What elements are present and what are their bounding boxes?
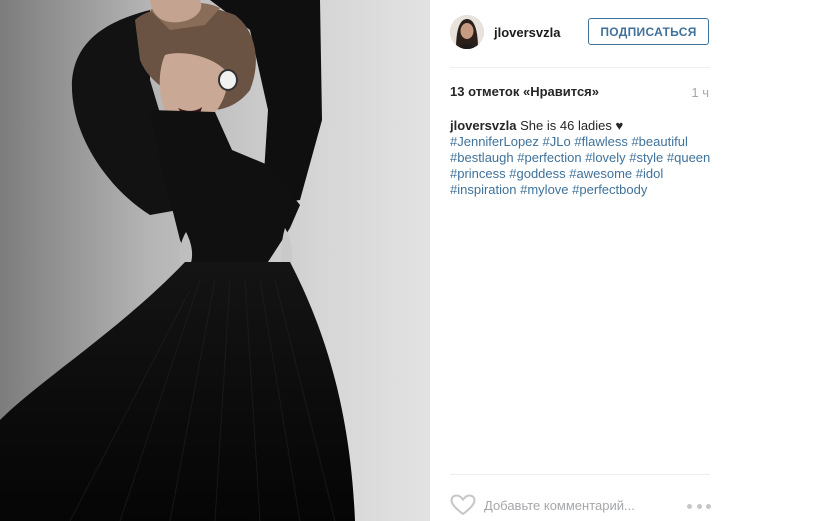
hashtag-link[interactable]: #perfectbody [572, 182, 647, 197]
hashtag-list: #JenniferLopez #JLo #flawless #beautiful… [450, 134, 710, 197]
hashtag-link[interactable]: #mylove [520, 182, 568, 197]
post-photo[interactable] [0, 0, 430, 521]
header-divider [450, 67, 710, 68]
hashtag-link[interactable]: #JenniferLopez [450, 134, 539, 149]
hashtag-link[interactable]: #inspiration [450, 182, 517, 197]
hashtag-link[interactable]: #awesome [569, 166, 632, 181]
hashtag-link[interactable]: #queen [667, 150, 710, 165]
more-dot-icon [687, 503, 692, 509]
comment-row [450, 493, 710, 517]
avatar[interactable] [450, 15, 484, 49]
hashtag-link[interactable]: #idol [636, 166, 663, 181]
hashtag-link[interactable]: #bestlaugh [450, 150, 514, 165]
more-options-icon[interactable] [687, 500, 711, 512]
black-heart-emoji: ♥ [615, 118, 624, 133]
hashtag-link[interactable]: #lovely [585, 150, 625, 165]
more-dot-icon [706, 503, 711, 509]
username-link[interactable]: jloversvzla [494, 25, 561, 40]
hashtag-link[interactable]: #style [629, 150, 663, 165]
hashtag-link[interactable]: #flawless [574, 134, 627, 149]
hashtag-link[interactable]: #princess [450, 166, 506, 181]
comment-divider [450, 474, 710, 475]
woman-in-black-dress-photo [0, 0, 430, 521]
hashtag-link[interactable]: #beautiful [631, 134, 687, 149]
likes-count[interactable]: 13 отметок «Нравится» [450, 84, 599, 99]
hashtag-link[interactable]: #JLo [543, 134, 571, 149]
hashtag-link[interactable]: #goddess [509, 166, 565, 181]
avatar-image [450, 15, 484, 49]
comment-input[interactable] [484, 497, 684, 513]
instagram-post: jloversvzla ПОДПИСАТЬСЯ 13 отметок «Нрав… [0, 0, 819, 521]
post-timestamp[interactable]: 1 ч [691, 85, 709, 100]
heart-outline-icon[interactable] [450, 494, 476, 516]
caption-text: She is 46 ladies [520, 118, 612, 133]
caption-author[interactable]: jloversvzla [450, 118, 517, 133]
caption: jloversvzla She is 46 ladies ♥ #Jennifer… [450, 118, 715, 198]
follow-button[interactable]: ПОДПИСАТЬСЯ [588, 18, 709, 45]
post-sidebar: jloversvzla ПОДПИСАТЬСЯ 13 отметок «Нрав… [430, 0, 819, 521]
hashtag-link[interactable]: #perfection [517, 150, 581, 165]
more-dot-icon [696, 503, 702, 509]
